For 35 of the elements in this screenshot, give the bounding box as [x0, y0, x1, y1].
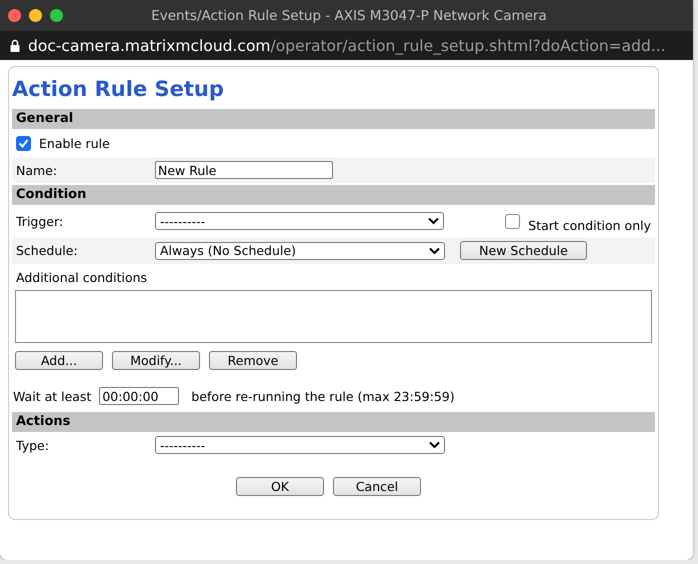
section-header: Actions: [12, 412, 655, 432]
hint-text: before re-running the rule (max 23:59:59): [191, 388, 455, 404]
maximize-icon[interactable]: [50, 9, 63, 22]
field-label: Schedule:: [16, 243, 79, 258]
action-button[interactable]: Add...: [15, 351, 103, 370]
field-label: Type:: [16, 438, 50, 452]
new-schedule-button[interactable]: New Schedule: [460, 241, 587, 260]
dropdown[interactable]: ----------: [155, 436, 445, 454]
checkbox-label: Enable rule: [39, 136, 110, 150]
conditions-list[interactable]: [15, 290, 652, 343]
field-label: Trigger:: [16, 214, 64, 228]
name-field[interactable]: New Rule: [155, 161, 333, 179]
section-header: Condition: [12, 185, 655, 205]
chevron-down-icon: [429, 246, 440, 254]
field-label: Name:: [16, 162, 58, 178]
minimize-icon[interactable]: [29, 9, 42, 22]
dialog-button[interactable]: OK: [236, 477, 324, 496]
action-button[interactable]: Remove: [209, 351, 297, 370]
section-label: Additional conditions: [16, 270, 148, 284]
section-header: General: [12, 109, 655, 129]
checkbox[interactable]: [505, 214, 520, 228]
dropdown[interactable]: Always (No Schedule): [155, 242, 445, 260]
window-title: Events/Action Rule Setup - AXIS M3047-P Network Camera: [150, 8, 548, 24]
dropdown[interactable]: ----------: [155, 212, 444, 230]
close-icon[interactable]: [8, 9, 21, 22]
lock-icon: [10, 39, 20, 52]
field-label: Wait at least: [13, 388, 92, 404]
checkbox[interactable]: [16, 136, 31, 150]
chevron-down-icon: [428, 217, 439, 225]
wait-time-field[interactable]: 00:00:00: [99, 387, 180, 405]
chevron-down-icon: [429, 441, 440, 449]
action-button[interactable]: Modify...: [112, 351, 200, 370]
dialog-button[interactable]: Cancel: [333, 477, 421, 496]
page-heading: Action Rule Setup: [12, 77, 225, 103]
checkbox-label: Start condition only: [528, 218, 651, 232]
